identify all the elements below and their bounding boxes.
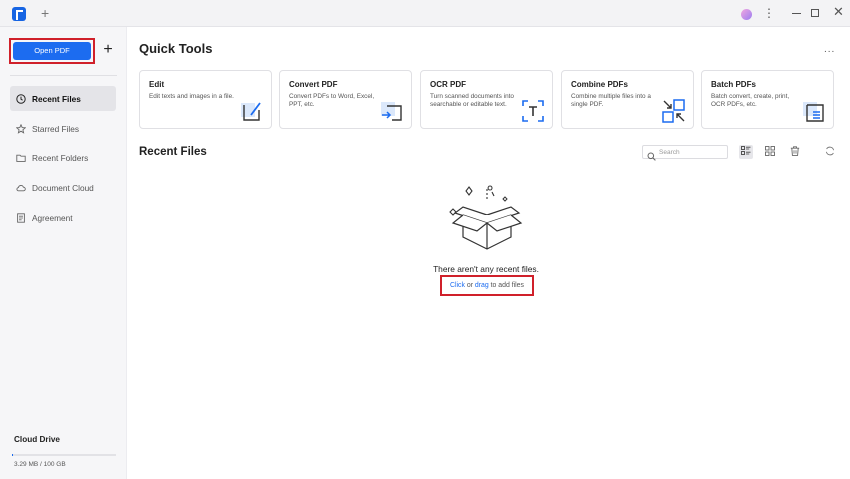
convert-icon xyxy=(380,99,404,123)
sidebar-item-starred-files[interactable]: Starred Files xyxy=(10,116,116,141)
search-input[interactable] xyxy=(659,147,725,157)
search-box[interactable] xyxy=(642,145,728,161)
tool-description: Convert PDFs to Word, Excel, PPT, etc. xyxy=(289,93,375,108)
batch-icon xyxy=(802,99,826,123)
new-tab-button[interactable]: + xyxy=(41,5,49,21)
add-files-suffix-text: to add files xyxy=(488,282,524,289)
tool-title: OCR PDF xyxy=(430,80,466,89)
sidebar-item-label: Agreement xyxy=(32,212,73,223)
tool-description: Batch convert, create, print, OCR PDFs, … xyxy=(711,93,790,108)
combine-icon xyxy=(662,99,686,123)
refresh-button[interactable] xyxy=(823,145,837,159)
sidebar-item-recent-folders[interactable]: Recent Folders xyxy=(10,145,116,170)
search-icon xyxy=(647,148,656,166)
close-icon[interactable]: ✕ xyxy=(833,5,844,19)
storage-usage-text: 3.29 MB / 100 GB xyxy=(14,461,66,468)
sidebar: Open PDF + Recent Files Starred Files Re… xyxy=(0,27,127,479)
storage-usage-fill xyxy=(12,454,13,456)
delete-button[interactable] xyxy=(788,145,802,159)
ocr-icon xyxy=(521,99,545,123)
quick-tools-more-icon[interactable]: ... xyxy=(824,44,835,55)
folder-icon xyxy=(16,153,26,163)
list-view-icon xyxy=(741,143,751,161)
tool-card-combine-pdfs[interactable]: Combine PDFs Combine multiple files into… xyxy=(561,70,694,129)
tool-description: Combine multiple files into a single PDF… xyxy=(571,93,651,108)
sidebar-item-document-cloud[interactable]: Document Cloud xyxy=(10,175,116,200)
quick-tools-title: Quick Tools xyxy=(139,41,213,56)
refresh-icon xyxy=(825,143,835,161)
list-view-button[interactable] xyxy=(739,145,753,159)
tool-card-ocr-pdf[interactable]: OCR PDF Turn scanned documents into sear… xyxy=(420,70,553,129)
storage-usage-bar xyxy=(12,454,116,456)
cloud-drive-label[interactable]: Cloud Drive xyxy=(14,435,60,444)
tool-card-convert-pdf[interactable]: Convert PDF Convert PDFs to Word, Excel,… xyxy=(279,70,412,129)
minimize-icon[interactable] xyxy=(792,13,801,14)
click-to-add-link[interactable]: Click xyxy=(450,282,465,289)
sidebar-item-recent-files[interactable]: Recent Files xyxy=(10,86,116,111)
recent-files-title: Recent Files xyxy=(139,146,207,158)
clock-icon xyxy=(16,93,26,104)
tool-title: Batch PDFs xyxy=(711,80,756,89)
sidebar-item-label: Starred Files xyxy=(32,123,80,134)
cloud-icon xyxy=(16,183,26,193)
edit-icon xyxy=(240,99,264,123)
sidebar-item-label: Recent Folders xyxy=(32,152,89,163)
add-files-hint: Click or drag to add files xyxy=(440,275,534,296)
user-avatar[interactable] xyxy=(741,9,752,20)
agreement-icon xyxy=(16,212,26,223)
empty-box-illustration xyxy=(447,185,527,255)
sidebar-divider xyxy=(10,75,117,76)
grid-view-button[interactable] xyxy=(763,145,777,159)
sidebar-item-agreement[interactable]: Agreement xyxy=(10,205,116,230)
open-pdf-button[interactable]: Open PDF xyxy=(13,42,91,60)
tool-description: Edit texts and images in a file. xyxy=(149,93,234,100)
tool-card-edit[interactable]: Edit Edit texts and images in a file. xyxy=(139,70,272,129)
sidebar-item-label: Document Cloud xyxy=(32,182,94,193)
tool-title: Convert PDF xyxy=(289,80,338,89)
open-pdf-highlight: Open PDF xyxy=(9,38,95,64)
add-files-or-text: or xyxy=(464,282,475,289)
trash-icon xyxy=(790,143,800,161)
tool-description: Turn scanned documents into searchable o… xyxy=(430,93,514,108)
maximize-icon[interactable] xyxy=(811,9,819,17)
drag-to-add-link[interactable]: drag xyxy=(475,282,489,289)
title-bar: + ⋮ ✕ xyxy=(0,0,850,27)
empty-state-message: There aren't any recent files. xyxy=(433,264,539,274)
app-logo-icon xyxy=(12,7,26,21)
tool-card-batch-pdfs[interactable]: Batch PDFs Batch convert, create, print,… xyxy=(701,70,834,129)
grid-view-icon xyxy=(765,143,775,161)
tool-title: Edit xyxy=(149,80,165,89)
add-button[interactable]: + xyxy=(100,41,116,59)
star-icon xyxy=(16,123,26,134)
more-options-icon[interactable]: ⋮ xyxy=(763,6,775,20)
sidebar-item-label: Recent Files xyxy=(32,93,81,104)
tool-title: Combine PDFs xyxy=(571,80,628,89)
